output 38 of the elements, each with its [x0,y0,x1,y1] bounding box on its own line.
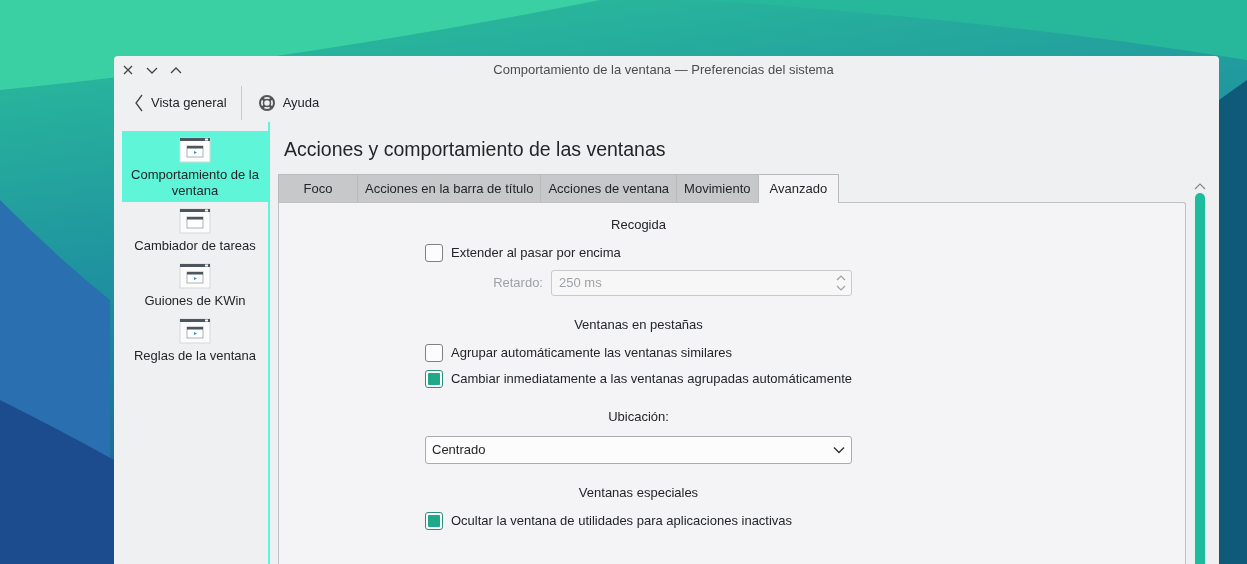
sidebar-item[interactable]: Reglas de la ventana [122,312,268,367]
tab[interactable]: Avanzado [758,174,840,203]
tab[interactable]: Foco [278,174,358,202]
section-heading: Ventanas en pestañas [573,316,704,335]
window-icon [179,263,211,289]
section-heading: Ubicación: [607,408,670,427]
tab[interactable]: Acciones en la barra de título [358,174,542,202]
dropdown[interactable]: Centrado [425,436,852,464]
stepper-icon [835,273,847,293]
tab[interactable]: Acciones de ventana [541,174,678,202]
chevron-left-icon [134,94,144,112]
sidebar-item[interactable]: Guiones de KWin [122,257,268,312]
help-button[interactable]: Ayuda [251,89,326,117]
window-icon [179,318,211,344]
checkbox[interactable] [425,512,443,530]
checkbox[interactable] [425,244,443,262]
scroll-up-icon [1194,182,1206,190]
caret-icon [833,446,845,454]
field-label: Retardo: [492,274,544,293]
checkbox-label: Agrupar automáticamente las ventanas similares [451,344,733,363]
tab[interactable]: Movimiento [677,174,759,202]
window-icon [179,208,211,234]
sidebar-item[interactable]: Cambiador de tareas [122,202,268,257]
close-icon[interactable] [121,63,135,77]
section-heading: Ventanas especiales [577,484,700,503]
checkbox[interactable] [425,344,443,362]
section-heading: Recogida [610,216,667,235]
checkbox[interactable] [425,370,443,388]
page-title: Acciones y comportamiento de las ventanas [284,137,667,161]
checkbox-label: Cambiar inmediatamente a las ventanas agrupadas automáticamente [450,370,852,389]
checkbox-label: Extender al pasar por encima [451,244,621,263]
back-button[interactable]: Vista general [128,89,233,117]
window-icon [179,137,211,163]
sidebar-item[interactable]: Comportamiento de la ventana [122,131,268,202]
checkbox-label: Ocultar la ventana de utilidades para aplicaciones inactivas [451,512,793,531]
scrollbar-handle[interactable] [1195,193,1205,564]
window-title: Comportamiento de la ventana — Preferencias del sistema [492,61,835,80]
lifebuoy-icon [257,94,276,112]
